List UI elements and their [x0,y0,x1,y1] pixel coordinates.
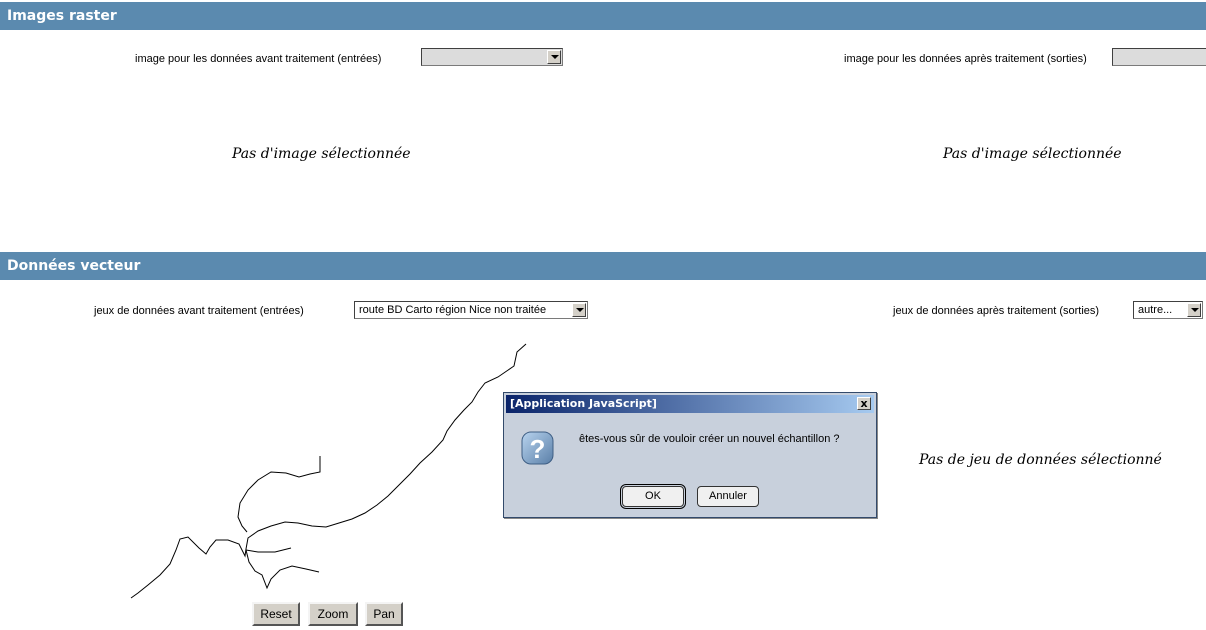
ok-button[interactable]: OK [620,484,686,509]
vector-input-label: jeux de données avant traitement (entrée… [94,305,304,317]
dialog-message: êtes-vous sûr de vouloir créer un nouvel… [579,433,840,445]
raster-output-select[interactable] [1112,48,1206,66]
question-icon: ? [521,431,554,465]
raster-output-label: image pour les données après traitement … [844,53,1087,65]
vector-output-select[interactable]: autre... [1133,301,1203,319]
chevron-down-icon[interactable] [547,50,561,64]
vector-output-value: autre... [1138,304,1173,316]
chevron-down-icon[interactable] [572,303,586,317]
dialog-title-bar: [Application JavaScript] x [506,395,874,413]
reset-button[interactable]: Reset [252,602,300,626]
raster-input-label: image pour les données avant traitement … [135,53,382,65]
vector-output-placeholder: Pas de jeu de données sélectionné [919,452,1162,468]
raster-section-header: Images raster [0,2,1206,30]
vector-input-value: route BD Carto région Nice non traitée [359,304,547,316]
raster-section-title: Images raster [7,8,117,24]
vector-input-select[interactable]: route BD Carto région Nice non traitée [354,301,588,319]
raster-input-select[interactable] [421,48,563,66]
vector-section-header: Données vecteur [0,252,1206,280]
vector-section-title: Données vecteur [7,258,141,274]
road-main-path [130,343,527,599]
confirm-dialog: [Application JavaScript] x ? êtes-vous s… [503,392,877,518]
vector-output-label: jeux de données après traitement (sortie… [893,305,1100,317]
road-spur-path [245,547,292,553]
zoom-button[interactable]: Zoom [308,602,358,626]
raster-output-placeholder: Pas d'image sélectionnée [943,146,1122,162]
chevron-down-icon[interactable] [1187,303,1201,317]
close-icon[interactable]: x [857,397,871,410]
svg-text:?: ? [530,434,546,464]
pan-button[interactable]: Pan [365,602,403,626]
dialog-title: [Application JavaScript] [510,397,657,410]
cancel-button[interactable]: Annuler [697,486,759,507]
road-branch-path [237,456,321,533]
raster-input-placeholder: Pas d'image sélectionnée [232,146,411,162]
road-south-path [245,549,320,590]
